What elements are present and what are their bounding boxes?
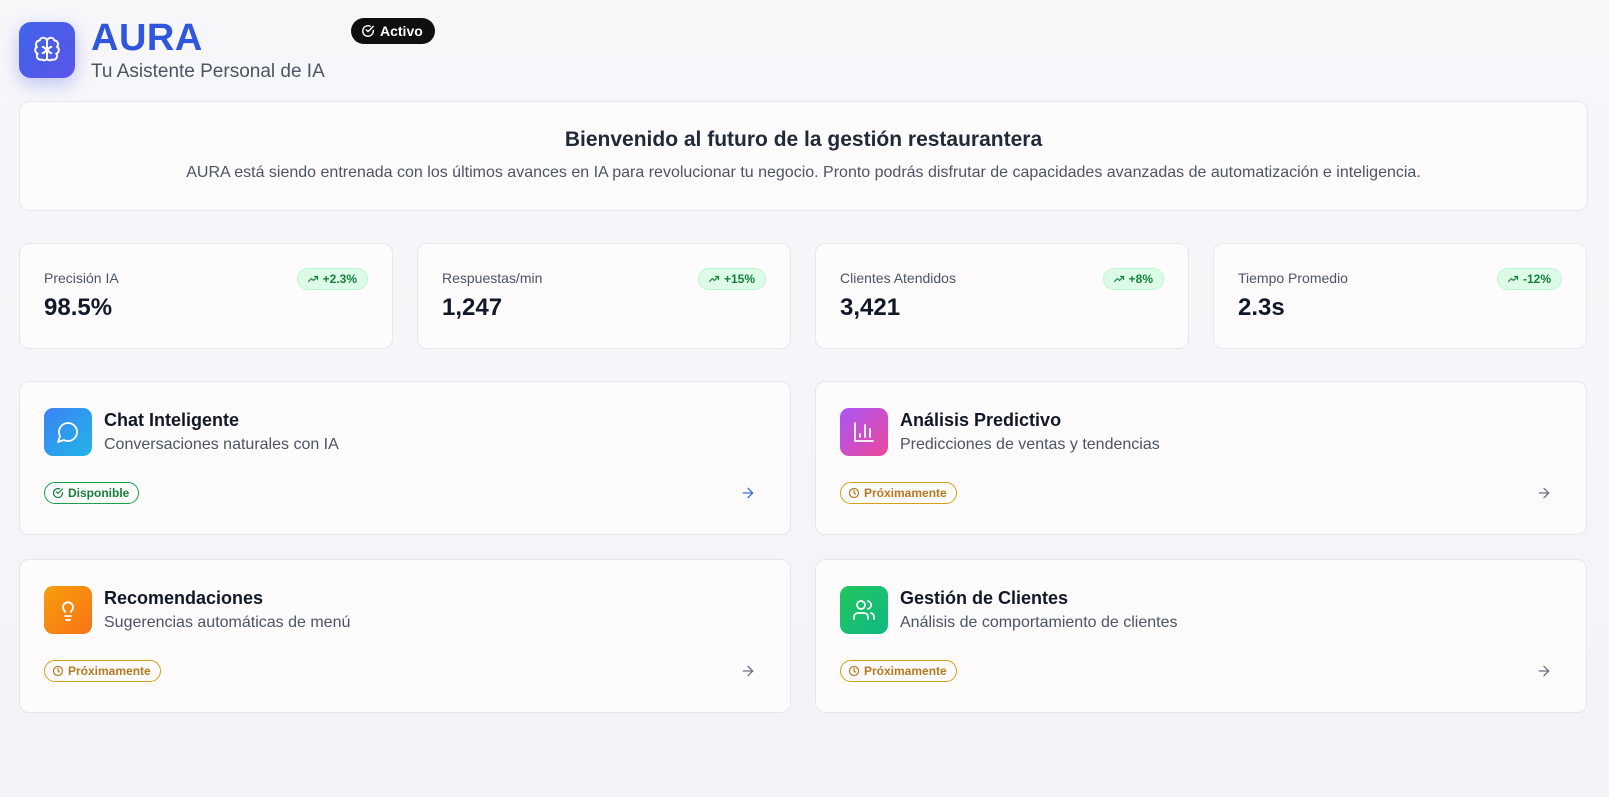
stat-value: 3,421	[840, 294, 901, 321]
users-icon	[840, 586, 888, 634]
stat-card-responses: Respuestas/min 1,247 +15%	[417, 243, 791, 349]
check-circle-icon	[362, 25, 374, 37]
stat-label: Tiempo Promedio	[1238, 270, 1348, 286]
feature-card-chat[interactable]: Chat Inteligente Conversaciones naturale…	[19, 381, 791, 535]
trending-up-icon	[708, 275, 720, 283]
badge-label: Próximamente	[864, 486, 947, 500]
arrow-right-icon[interactable]	[740, 485, 756, 501]
feature-card-predictive[interactable]: Análisis Predictivo Predicciones de vent…	[815, 381, 1587, 535]
badge-label: Próximamente	[864, 664, 947, 678]
feature-card-recommendations[interactable]: Recomendaciones Sugerencias automáticas …	[19, 559, 791, 713]
welcome-card: Bienvenido al futuro de la gestión resta…	[19, 101, 1588, 211]
feature-title: Chat Inteligente	[104, 410, 240, 430]
feature-description: Predicciones de ventas y tendencias	[900, 436, 1160, 453]
feature-description: Conversaciones naturales con IA	[104, 436, 339, 453]
trend-value: +15%	[723, 272, 755, 286]
coming-soon-badge: Próximamente	[840, 482, 957, 504]
coming-soon-badge: Próximamente	[44, 660, 161, 682]
trend-badge: +8%	[1102, 268, 1164, 290]
lightbulb-icon	[44, 586, 92, 634]
feature-card-clients[interactable]: Gestión de Clientes Análisis de comporta…	[815, 559, 1587, 713]
trend-badge: +15%	[697, 268, 766, 290]
stat-card-precision: Precisión IA 98.5% +2.3%	[19, 243, 393, 349]
trending-up-icon	[307, 275, 318, 283]
stat-value: 1,247	[442, 294, 503, 321]
trending-up-icon	[1507, 275, 1519, 283]
check-circle-icon	[52, 487, 64, 499]
trend-value: -12%	[1522, 272, 1551, 286]
trend-value: +2.3%	[322, 272, 357, 286]
arrow-right-icon[interactable]	[1536, 663, 1552, 679]
status-label: Activo	[380, 23, 423, 39]
trend-value: +8%	[1128, 272, 1153, 286]
stat-value: 2.3s	[1238, 294, 1285, 321]
app-subtitle: Tu Asistente Personal de IA	[91, 61, 325, 82]
stat-card-clients: Clientes Atendidos 3,421 +8%	[815, 243, 1189, 349]
brain-icon	[19, 22, 75, 78]
clock-icon	[52, 665, 64, 677]
feature-description: Sugerencias automáticas de menú	[104, 614, 351, 631]
status-badge: Activo	[351, 18, 435, 44]
coming-soon-badge: Próximamente	[840, 660, 957, 682]
trending-up-icon	[1113, 275, 1124, 283]
feature-title: Análisis Predictivo	[900, 410, 1062, 430]
feature-title: Gestión de Clientes	[900, 588, 1069, 608]
feature-description: Análisis de comportamiento de clientes	[900, 614, 1178, 631]
bar-chart-icon	[840, 408, 888, 456]
stat-label: Clientes Atendidos	[840, 270, 956, 286]
clock-icon	[848, 665, 860, 677]
stat-label: Respuestas/min	[442, 270, 543, 286]
available-badge: Disponible	[44, 482, 140, 504]
arrow-right-icon[interactable]	[1536, 485, 1552, 501]
clock-icon	[848, 487, 860, 499]
trend-badge: +2.3%	[296, 268, 368, 290]
app-title: AURA	[91, 17, 203, 59]
chat-icon	[44, 408, 92, 456]
feature-title: Recomendaciones	[104, 588, 264, 608]
stat-value: 98.5%	[44, 294, 113, 321]
arrow-right-icon[interactable]	[740, 663, 756, 679]
stat-card-time: Tiempo Promedio 2.3s -12%	[1213, 243, 1587, 349]
badge-label: Próximamente	[68, 664, 151, 678]
app-header: AURA Tu Asistente Personal de IA Activo	[19, 18, 619, 82]
welcome-text: AURA está siendo entrenada con los últim…	[186, 164, 1421, 181]
trend-badge: -12%	[1496, 268, 1562, 290]
badge-label: Disponible	[68, 486, 130, 500]
welcome-title: Bienvenido al futuro de la gestión resta…	[564, 128, 1043, 151]
stat-label: Precisión IA	[44, 270, 119, 286]
